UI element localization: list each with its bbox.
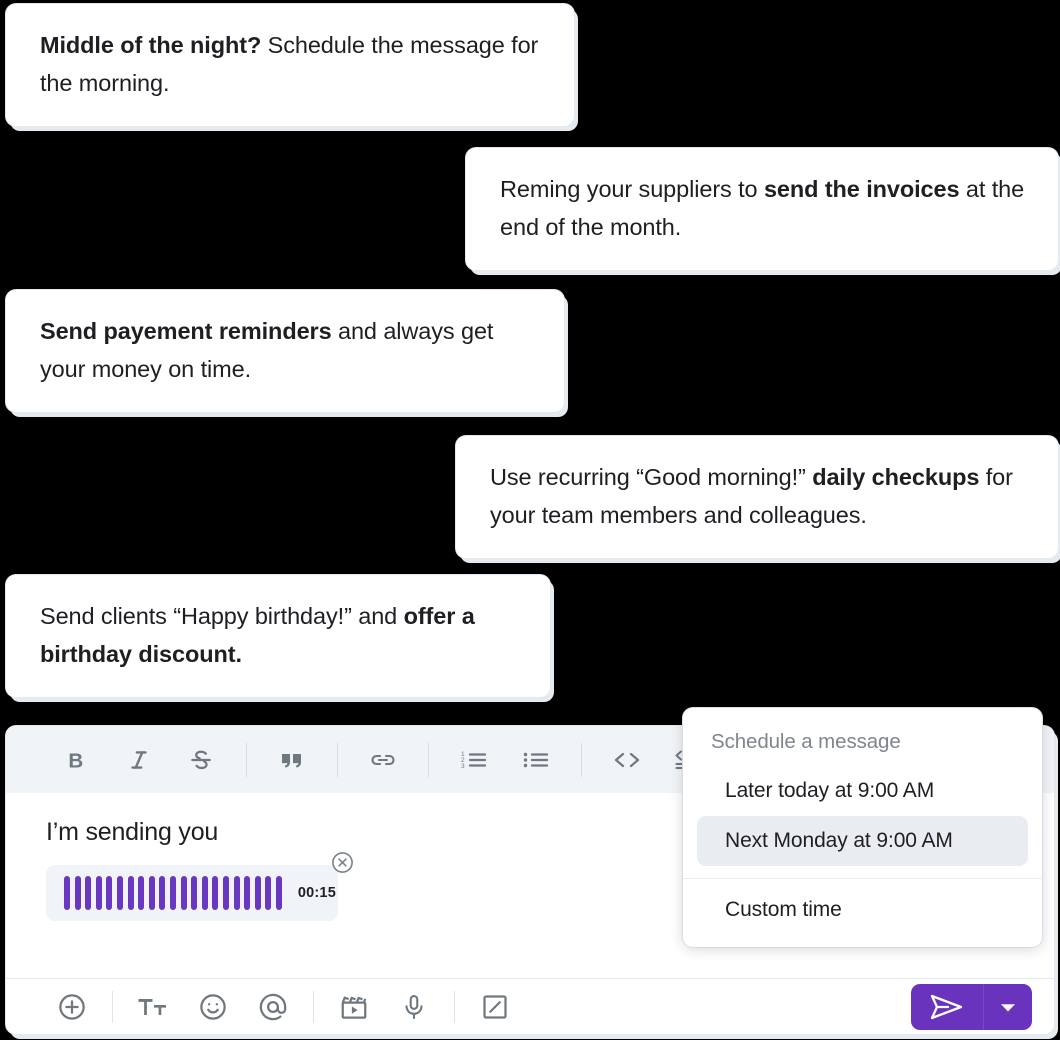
bubble-bold-lead: Middle of the night? (40, 32, 262, 58)
schedule-option-custom-time[interactable]: Custom time (697, 885, 1028, 935)
video-clip-icon[interactable] (324, 983, 384, 1031)
message-bubble-schedule-night: Middle of the night? Schedule the messag… (6, 4, 574, 127)
text-format-icon[interactable] (123, 983, 183, 1031)
schedule-message-menu: Schedule a message Later today at 9:00 A… (683, 708, 1042, 947)
chat-promo-screen: Middle of the night? Schedule the messag… (0, 0, 1060, 1040)
mention-icon[interactable] (243, 983, 303, 1031)
send-options-chevron-down-icon[interactable] (984, 984, 1032, 1030)
microphone-icon[interactable] (384, 983, 444, 1031)
strikethrough-icon[interactable] (170, 734, 232, 786)
toolbar-divider (313, 990, 314, 1023)
remove-voice-note-icon[interactable] (331, 851, 354, 874)
toolbar-divider (337, 742, 338, 777)
svg-text:B: B (68, 749, 83, 772)
bubble-text-lead: Reming your suppliers to (500, 176, 764, 202)
message-bubble-daily-checkups: Use recurring “Good morning!” daily chec… (456, 436, 1058, 559)
toolbar-divider (246, 742, 247, 777)
ordered-list-icon[interactable]: 1 2 3 (443, 734, 505, 786)
toolbar-divider (112, 990, 113, 1023)
voice-duration: 00:15 (297, 885, 336, 901)
bubble-text-lead: Use recurring “Good morning!” (490, 464, 813, 490)
schedule-menu-title: Schedule a message (711, 730, 901, 753)
composer-bottom-toolbar (6, 978, 1054, 1034)
add-attachment-icon[interactable] (42, 983, 102, 1031)
italic-icon[interactable] (108, 734, 170, 786)
schedule-option-later-today[interactable]: Later today at 9:00 AM (697, 766, 1028, 816)
bullet-list-icon[interactable] (505, 734, 567, 786)
svg-text:3: 3 (461, 763, 465, 770)
bubble-text-lead: Send clients “Happy birthday!” and (40, 603, 404, 629)
bubble-bold-mid: send the invoices (763, 176, 960, 202)
message-bubble-invoices: Reming your suppliers to send the invoic… (466, 148, 1058, 271)
bubble-bold-lead: Send payement reminders (40, 318, 332, 344)
blockquote-icon[interactable] (261, 734, 323, 786)
message-bubble-payment-reminders: Send payement reminders and always get y… (6, 290, 564, 413)
toolbar-divider (428, 742, 429, 777)
link-icon[interactable] (352, 734, 414, 786)
voice-note-pill[interactable]: 00:15 (46, 865, 338, 921)
toolbar-divider (454, 990, 455, 1023)
voice-note-attachment: 00:15 (46, 852, 353, 921)
toolbar-divider (581, 742, 582, 777)
send-button-group (911, 983, 1032, 1030)
send-button[interactable] (911, 984, 983, 1030)
schedule-option-next-monday[interactable]: Next Monday at 9:00 AM (697, 816, 1028, 866)
snippet-icon[interactable] (465, 983, 525, 1031)
inline-code-icon[interactable] (596, 734, 658, 786)
voice-waveform (64, 876, 282, 910)
schedule-menu-divider (683, 878, 1042, 879)
bold-icon[interactable]: B (46, 734, 108, 786)
bubble-bold-mid: daily checkups (812, 464, 980, 490)
emoji-icon[interactable] (183, 983, 243, 1031)
message-bubble-birthday: Send clients “Happy birthday!” and offer… (6, 575, 550, 698)
